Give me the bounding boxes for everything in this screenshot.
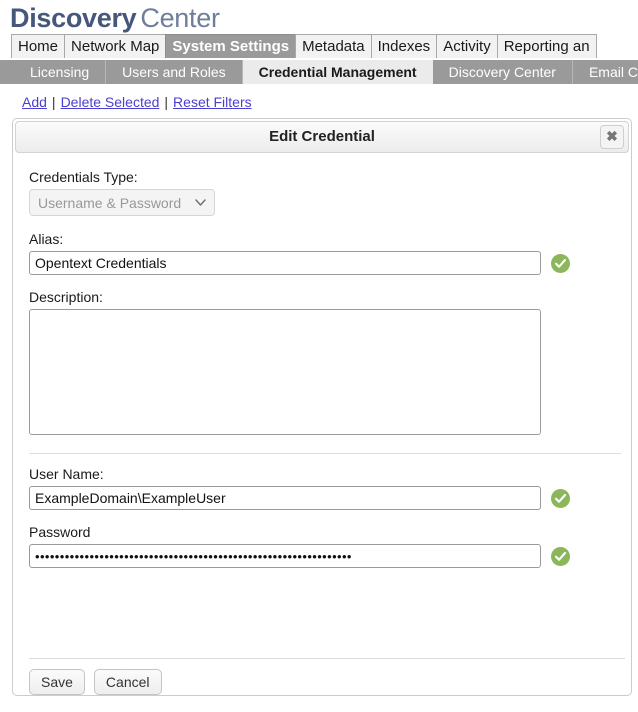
description-textarea[interactable] xyxy=(29,309,541,435)
password-row xyxy=(29,544,631,568)
panel-title: Edit Credential xyxy=(269,128,375,145)
panel-header: Edit Credential ✖ xyxy=(15,121,629,153)
alias-field: Alias: xyxy=(29,231,631,275)
app-logo-secondary: Center xyxy=(140,3,220,33)
primary-tab-bar: Home Network Map System Settings Metadata In… xyxy=(0,34,638,60)
credentials-type-label: Credentials Type: xyxy=(29,169,138,185)
description-label: Description: xyxy=(29,289,103,305)
reset-filters-link[interactable]: Reset Filters xyxy=(173,94,252,110)
app-logo: Discovery Center xyxy=(10,2,638,34)
section-divider xyxy=(29,453,621,454)
tab-indexes[interactable]: Indexes xyxy=(370,34,438,58)
subtab-discovery-center[interactable]: Discovery Center xyxy=(433,60,573,84)
app-header: Discovery Center xyxy=(0,0,638,34)
panel-footer: Save Cancel xyxy=(13,659,631,695)
action-separator-1: | xyxy=(51,94,56,110)
credentials-type-select[interactable]: Username & Password xyxy=(29,189,215,216)
cancel-button[interactable]: Cancel xyxy=(93,669,162,695)
user-name-field: User Name: xyxy=(29,466,631,510)
action-link-bar: Add | Delete Selected | Reset Filters xyxy=(0,84,638,118)
alias-row xyxy=(29,251,631,275)
subtab-email-configuration[interactable]: Email C xyxy=(573,60,638,84)
credentials-type-field: Credentials Type: Username & Password xyxy=(29,169,631,216)
form-spacer xyxy=(29,572,631,658)
subtab-licensing[interactable]: Licensing xyxy=(14,60,107,84)
add-link[interactable]: Add xyxy=(22,94,47,110)
description-field: Description: xyxy=(29,289,631,440)
password-valid-check-circle-icon xyxy=(551,546,570,566)
save-button[interactable]: Save xyxy=(29,669,85,695)
tab-system-settings[interactable]: System Settings xyxy=(165,34,297,58)
tab-reporting-and-analytics[interactable]: Reporting an xyxy=(496,34,597,58)
tab-home[interactable]: Home xyxy=(11,34,66,58)
close-icon[interactable]: ✖ xyxy=(600,125,624,149)
password-label: Password xyxy=(29,524,91,540)
subtab-users-and-roles[interactable]: Users and Roles xyxy=(106,60,243,84)
password-field: Password xyxy=(29,524,631,568)
user-name-input[interactable] xyxy=(29,486,541,510)
alias-valid-check-circle-icon xyxy=(551,253,570,273)
alias-input[interactable] xyxy=(29,251,541,275)
action-separator-2: | xyxy=(164,94,169,110)
delete-selected-link[interactable]: Delete Selected xyxy=(61,94,160,110)
app-logo-primary: Discovery xyxy=(10,3,137,33)
tab-activity[interactable]: Activity xyxy=(436,34,498,58)
tab-metadata[interactable]: Metadata xyxy=(295,34,372,58)
edit-credential-panel: Edit Credential ✖ Credentials Type: User… xyxy=(12,118,632,696)
alias-label: Alias: xyxy=(29,231,64,247)
user-name-valid-check-circle-icon xyxy=(551,488,570,508)
secondary-tab-bar: Licensing Users and Roles Credential Manag… xyxy=(0,60,638,84)
edit-credential-form: Credentials Type: Username & Password Al… xyxy=(13,155,631,658)
password-input[interactable] xyxy=(29,544,541,568)
credentials-type-select-wrapper: Username & Password xyxy=(29,189,215,216)
tab-network-map[interactable]: Network Map xyxy=(64,34,167,58)
subtab-credential-management[interactable]: Credential Management xyxy=(242,60,433,84)
user-name-row xyxy=(29,486,631,510)
user-name-label: User Name: xyxy=(29,466,104,482)
